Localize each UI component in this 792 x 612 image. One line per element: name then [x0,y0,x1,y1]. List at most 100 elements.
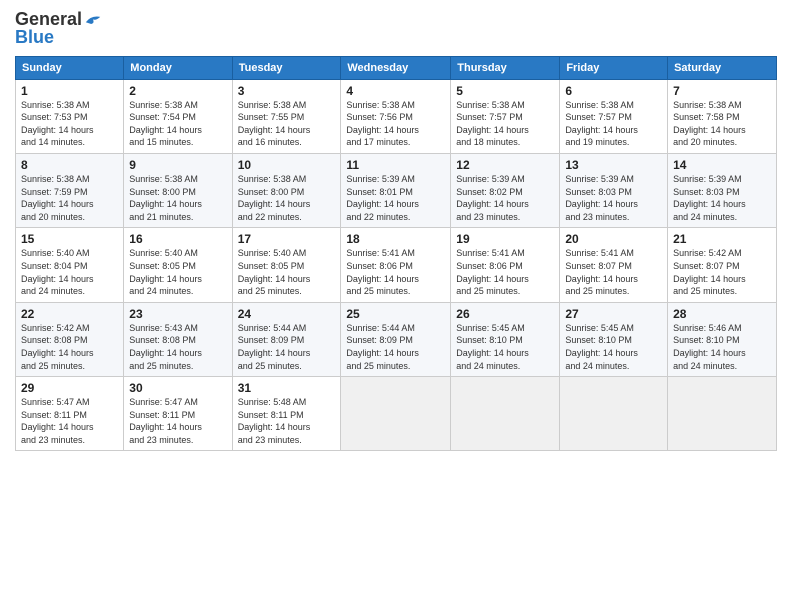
table-row: 24Sunrise: 5:44 AM Sunset: 8:09 PM Dayli… [232,302,341,376]
day-info: Sunrise: 5:38 AM Sunset: 7:55 PM Dayligh… [238,99,336,149]
day-info: Sunrise: 5:47 AM Sunset: 8:11 PM Dayligh… [129,396,226,446]
day-number: 7 [673,84,771,98]
day-info: Sunrise: 5:46 AM Sunset: 8:10 PM Dayligh… [673,322,771,372]
day-info: Sunrise: 5:38 AM Sunset: 7:53 PM Dayligh… [21,99,118,149]
table-row: 22Sunrise: 5:42 AM Sunset: 8:08 PM Dayli… [16,302,124,376]
day-number: 17 [238,232,336,246]
day-info: Sunrise: 5:40 AM Sunset: 8:05 PM Dayligh… [129,247,226,297]
calendar-header-row: Sunday Monday Tuesday Wednesday Thursday… [16,56,777,79]
table-row: 4Sunrise: 5:38 AM Sunset: 7:56 PM Daylig… [341,79,451,153]
day-info: Sunrise: 5:42 AM Sunset: 8:07 PM Dayligh… [673,247,771,297]
table-row [341,377,451,451]
page: General Blue Sunday Monday Tuesday Wedne… [0,0,792,612]
table-row: 11Sunrise: 5:39 AM Sunset: 8:01 PM Dayli… [341,153,451,227]
day-number: 3 [238,84,336,98]
day-number: 11 [346,158,445,172]
col-saturday: Saturday [668,56,777,79]
table-row: 26Sunrise: 5:45 AM Sunset: 8:10 PM Dayli… [451,302,560,376]
day-info: Sunrise: 5:38 AM Sunset: 7:56 PM Dayligh… [346,99,445,149]
day-info: Sunrise: 5:39 AM Sunset: 8:03 PM Dayligh… [565,173,662,223]
day-number: 2 [129,84,226,98]
day-number: 19 [456,232,554,246]
day-number: 1 [21,84,118,98]
logo: General Blue [15,10,102,48]
day-info: Sunrise: 5:38 AM Sunset: 7:57 PM Dayligh… [456,99,554,149]
calendar-table: Sunday Monday Tuesday Wednesday Thursday… [15,56,777,452]
day-info: Sunrise: 5:48 AM Sunset: 8:11 PM Dayligh… [238,396,336,446]
table-row: 25Sunrise: 5:44 AM Sunset: 8:09 PM Dayli… [341,302,451,376]
table-row: 30Sunrise: 5:47 AM Sunset: 8:11 PM Dayli… [124,377,232,451]
day-number: 18 [346,232,445,246]
day-info: Sunrise: 5:40 AM Sunset: 8:05 PM Dayligh… [238,247,336,297]
table-row [451,377,560,451]
day-info: Sunrise: 5:39 AM Sunset: 8:01 PM Dayligh… [346,173,445,223]
calendar-week-row: 22Sunrise: 5:42 AM Sunset: 8:08 PM Dayli… [16,302,777,376]
day-info: Sunrise: 5:44 AM Sunset: 8:09 PM Dayligh… [238,322,336,372]
day-number: 21 [673,232,771,246]
calendar-week-row: 1Sunrise: 5:38 AM Sunset: 7:53 PM Daylig… [16,79,777,153]
day-number: 22 [21,307,118,321]
table-row: 5Sunrise: 5:38 AM Sunset: 7:57 PM Daylig… [451,79,560,153]
day-number: 29 [21,381,118,395]
day-info: Sunrise: 5:38 AM Sunset: 8:00 PM Dayligh… [238,173,336,223]
day-info: Sunrise: 5:39 AM Sunset: 8:02 PM Dayligh… [456,173,554,223]
table-row [560,377,668,451]
day-number: 10 [238,158,336,172]
day-info: Sunrise: 5:38 AM Sunset: 7:57 PM Dayligh… [565,99,662,149]
day-number: 24 [238,307,336,321]
day-info: Sunrise: 5:45 AM Sunset: 8:10 PM Dayligh… [565,322,662,372]
table-row: 14Sunrise: 5:39 AM Sunset: 8:03 PM Dayli… [668,153,777,227]
col-thursday: Thursday [451,56,560,79]
day-info: Sunrise: 5:38 AM Sunset: 7:54 PM Dayligh… [129,99,226,149]
day-number: 28 [673,307,771,321]
day-number: 9 [129,158,226,172]
table-row: 23Sunrise: 5:43 AM Sunset: 8:08 PM Dayli… [124,302,232,376]
table-row: 9Sunrise: 5:38 AM Sunset: 8:00 PM Daylig… [124,153,232,227]
day-number: 8 [21,158,118,172]
logo-blue: Blue [15,28,54,48]
day-number: 23 [129,307,226,321]
day-info: Sunrise: 5:42 AM Sunset: 8:08 PM Dayligh… [21,322,118,372]
header: General Blue [15,10,777,48]
day-info: Sunrise: 5:44 AM Sunset: 8:09 PM Dayligh… [346,322,445,372]
day-info: Sunrise: 5:41 AM Sunset: 8:07 PM Dayligh… [565,247,662,297]
table-row: 1Sunrise: 5:38 AM Sunset: 7:53 PM Daylig… [16,79,124,153]
day-info: Sunrise: 5:45 AM Sunset: 8:10 PM Dayligh… [456,322,554,372]
calendar-week-row: 29Sunrise: 5:47 AM Sunset: 8:11 PM Dayli… [16,377,777,451]
day-number: 30 [129,381,226,395]
table-row: 6Sunrise: 5:38 AM Sunset: 7:57 PM Daylig… [560,79,668,153]
table-row: 15Sunrise: 5:40 AM Sunset: 8:04 PM Dayli… [16,228,124,302]
table-row: 2Sunrise: 5:38 AM Sunset: 7:54 PM Daylig… [124,79,232,153]
day-info: Sunrise: 5:40 AM Sunset: 8:04 PM Dayligh… [21,247,118,297]
col-tuesday: Tuesday [232,56,341,79]
table-row: 20Sunrise: 5:41 AM Sunset: 8:07 PM Dayli… [560,228,668,302]
day-number: 6 [565,84,662,98]
day-number: 31 [238,381,336,395]
day-number: 14 [673,158,771,172]
table-row: 7Sunrise: 5:38 AM Sunset: 7:58 PM Daylig… [668,79,777,153]
table-row: 17Sunrise: 5:40 AM Sunset: 8:05 PM Dayli… [232,228,341,302]
day-info: Sunrise: 5:39 AM Sunset: 8:03 PM Dayligh… [673,173,771,223]
table-row: 31Sunrise: 5:48 AM Sunset: 8:11 PM Dayli… [232,377,341,451]
calendar-week-row: 15Sunrise: 5:40 AM Sunset: 8:04 PM Dayli… [16,228,777,302]
day-number: 12 [456,158,554,172]
day-number: 15 [21,232,118,246]
day-number: 27 [565,307,662,321]
table-row: 27Sunrise: 5:45 AM Sunset: 8:10 PM Dayli… [560,302,668,376]
day-info: Sunrise: 5:41 AM Sunset: 8:06 PM Dayligh… [456,247,554,297]
day-info: Sunrise: 5:47 AM Sunset: 8:11 PM Dayligh… [21,396,118,446]
table-row: 8Sunrise: 5:38 AM Sunset: 7:59 PM Daylig… [16,153,124,227]
day-number: 4 [346,84,445,98]
table-row: 18Sunrise: 5:41 AM Sunset: 8:06 PM Dayli… [341,228,451,302]
table-row: 19Sunrise: 5:41 AM Sunset: 8:06 PM Dayli… [451,228,560,302]
day-info: Sunrise: 5:38 AM Sunset: 8:00 PM Dayligh… [129,173,226,223]
day-info: Sunrise: 5:38 AM Sunset: 7:58 PM Dayligh… [673,99,771,149]
table-row: 13Sunrise: 5:39 AM Sunset: 8:03 PM Dayli… [560,153,668,227]
table-row: 28Sunrise: 5:46 AM Sunset: 8:10 PM Dayli… [668,302,777,376]
calendar-week-row: 8Sunrise: 5:38 AM Sunset: 7:59 PM Daylig… [16,153,777,227]
day-number: 5 [456,84,554,98]
table-row: 29Sunrise: 5:47 AM Sunset: 8:11 PM Dayli… [16,377,124,451]
day-info: Sunrise: 5:41 AM Sunset: 8:06 PM Dayligh… [346,247,445,297]
day-info: Sunrise: 5:38 AM Sunset: 7:59 PM Dayligh… [21,173,118,223]
col-sunday: Sunday [16,56,124,79]
